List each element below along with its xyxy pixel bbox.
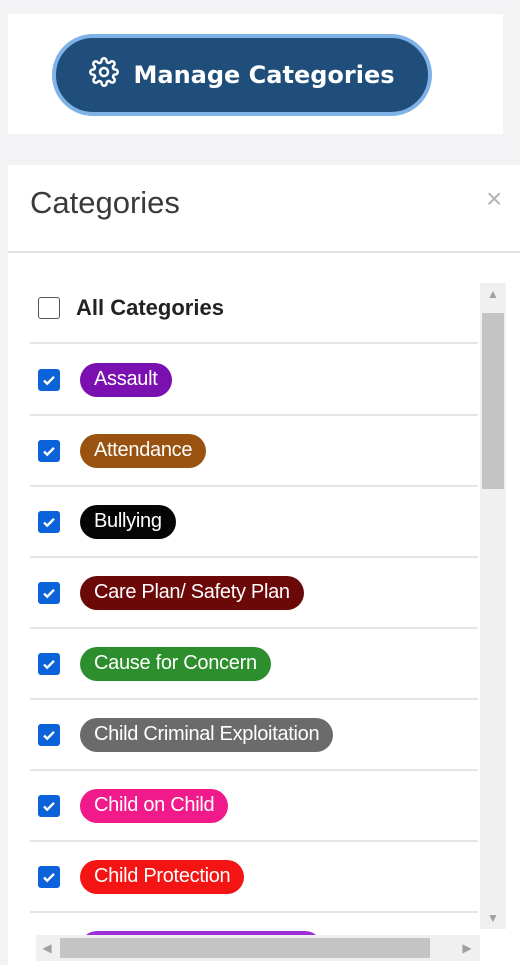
category-pill: Child on Child — [80, 788, 229, 823]
manage-categories-button[interactable]: Manage Categories — [52, 34, 432, 116]
category-checkbox[interactable] — [38, 439, 60, 462]
vertical-scrollbar[interactable]: ▲ ▼ — [480, 283, 506, 929]
category-row[interactable]: Child Sexual Exploitation — [30, 913, 478, 935]
category-list: All Categories Assault Attendance Bullying… — [8, 265, 478, 935]
panel-header: Categories × — [8, 165, 520, 253]
category-row[interactable]: Child Criminal Exploitation — [30, 700, 478, 771]
category-checkbox[interactable] — [38, 723, 60, 746]
category-row[interactable]: Attendance — [30, 416, 478, 487]
category-pill: Care Plan/ Safety Plan — [80, 575, 304, 610]
category-checkbox[interactable] — [38, 368, 60, 391]
scroll-right-icon[interactable]: ▶ — [456, 935, 478, 961]
category-checkbox[interactable] — [38, 581, 60, 604]
category-row[interactable]: Bullying — [30, 487, 478, 558]
category-pill: Bullying — [80, 504, 176, 539]
category-pill: Attendance — [80, 433, 207, 468]
panel-title: Categories — [30, 185, 180, 220]
vertical-scroll-thumb[interactable] — [482, 313, 504, 489]
category-row[interactable]: Cause for Concern — [30, 629, 478, 700]
category-checkbox[interactable] — [38, 652, 60, 675]
horizontal-scroll-thumb[interactable] — [60, 938, 430, 958]
all-categories-checkbox[interactable] — [38, 296, 60, 319]
category-checkbox[interactable] — [38, 510, 60, 533]
category-row[interactable]: Child on Child — [30, 771, 478, 842]
categories-panel: Categories × All Categories Assault Atten… — [8, 165, 520, 965]
gear-icon — [89, 57, 120, 93]
category-row[interactable]: Care Plan/ Safety Plan — [30, 558, 478, 629]
category-pill: Assault — [80, 362, 172, 397]
category-pill: Child Protection — [80, 859, 245, 894]
all-categories-row[interactable]: All Categories — [30, 273, 478, 344]
all-categories-label: All Categories — [76, 294, 224, 320]
scroll-down-icon[interactable]: ▼ — [480, 907, 506, 929]
category-row[interactable]: Child Protection — [30, 842, 478, 913]
category-checkbox[interactable] — [38, 865, 60, 888]
manage-categories-label: Manage Categories — [133, 61, 395, 89]
scroll-left-icon[interactable]: ◀ — [36, 935, 58, 961]
horizontal-scrollbar[interactable]: ◀ ▶ — [36, 935, 480, 961]
close-icon[interactable]: × — [486, 185, 502, 213]
scroll-up-icon[interactable]: ▲ — [480, 283, 506, 305]
category-pill: Child Criminal Exploitation — [80, 717, 334, 752]
category-checkbox[interactable] — [38, 794, 60, 817]
category-row[interactable]: Assault — [30, 345, 478, 416]
category-pill: Cause for Concern — [80, 646, 271, 681]
